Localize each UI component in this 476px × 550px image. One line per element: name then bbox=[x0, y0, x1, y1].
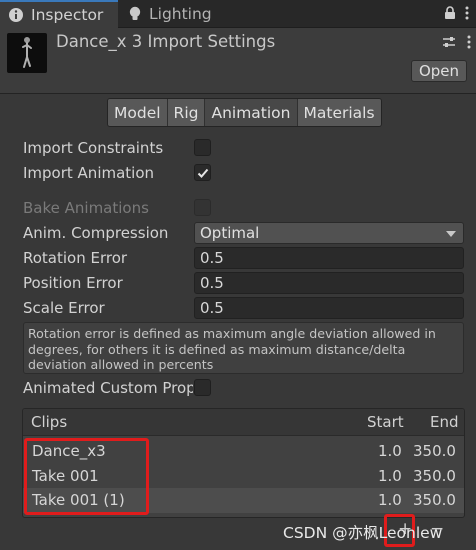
rotation-error-label: Rotation Error bbox=[23, 249, 128, 267]
clips-header: Clips Start End bbox=[23, 409, 464, 436]
import-settings-tabs: Model Rig Animation Materials bbox=[107, 98, 382, 127]
preset-sliders-icon[interactable] bbox=[442, 35, 456, 53]
model-preview-thumbnail bbox=[7, 33, 47, 73]
import-constraints-label: Import Constraints bbox=[23, 139, 164, 157]
tab-materials[interactable]: Materials bbox=[297, 99, 381, 126]
clip-start: 1.0 bbox=[378, 491, 402, 509]
clip-start: 1.0 bbox=[378, 467, 402, 485]
clips-column-start: Start bbox=[367, 413, 404, 431]
tab-animation[interactable]: Animation bbox=[205, 99, 298, 126]
clip-end: 350.0 bbox=[413, 491, 456, 509]
watermark: CSDN @亦枫Leonlew bbox=[283, 524, 443, 542]
animated-custom-properties-checkbox[interactable] bbox=[194, 379, 211, 396]
chevron-down-icon bbox=[446, 231, 456, 237]
animated-custom-properties-label: Animated Custom Prope bbox=[23, 379, 193, 397]
page-title: Dance_x 3 Import Settings bbox=[56, 32, 276, 51]
scale-error-label: Scale Error bbox=[23, 299, 105, 317]
import-animation-label: Import Animation bbox=[23, 164, 155, 182]
window-tab-bar: Inspector Lighting bbox=[0, 0, 476, 28]
lock-icon[interactable] bbox=[444, 6, 456, 24]
more-options-icon[interactable] bbox=[464, 5, 470, 25]
tab-lighting[interactable]: Lighting bbox=[120, 0, 240, 28]
bake-animations-checkbox bbox=[194, 199, 211, 216]
clip-names-highlight bbox=[24, 438, 149, 515]
bake-animations-label: Bake Animations bbox=[23, 199, 149, 217]
clips-column-end: End bbox=[430, 413, 459, 431]
clip-end: 350.0 bbox=[413, 467, 456, 485]
tab-lighting-label: Lighting bbox=[149, 5, 212, 23]
inspector-header: Dance_x 3 Import Settings Open bbox=[0, 28, 476, 94]
scale-error-field[interactable]: 0.5 bbox=[194, 297, 464, 319]
anim-compression-value: Optimal bbox=[200, 224, 260, 242]
clips-column-name: Clips bbox=[31, 413, 68, 431]
tab-rig[interactable]: Rig bbox=[167, 99, 206, 126]
position-error-label: Position Error bbox=[23, 274, 123, 292]
clip-end: 350.0 bbox=[413, 442, 456, 460]
open-button[interactable]: Open bbox=[411, 60, 467, 82]
tab-model[interactable]: Model bbox=[108, 99, 168, 126]
info-icon bbox=[8, 7, 24, 23]
lightbulb-icon bbox=[128, 6, 142, 22]
clip-start: 1.0 bbox=[378, 442, 402, 460]
checkmark-icon bbox=[197, 168, 208, 178]
rotation-error-field[interactable]: 0.5 bbox=[194, 247, 464, 269]
position-error-field[interactable]: 0.5 bbox=[194, 272, 464, 294]
import-animation-checkbox[interactable] bbox=[194, 164, 211, 181]
anim-compression-dropdown[interactable]: Optimal bbox=[194, 222, 464, 244]
import-constraints-checkbox[interactable] bbox=[194, 139, 211, 156]
more-options-icon[interactable] bbox=[466, 34, 472, 54]
tab-inspector-label: Inspector bbox=[31, 6, 104, 24]
anim-compression-label: Anim. Compression bbox=[23, 224, 169, 242]
compression-help-box: Rotation error is defined as maximum ang… bbox=[23, 322, 464, 374]
tab-inspector[interactable]: Inspector bbox=[0, 0, 118, 28]
